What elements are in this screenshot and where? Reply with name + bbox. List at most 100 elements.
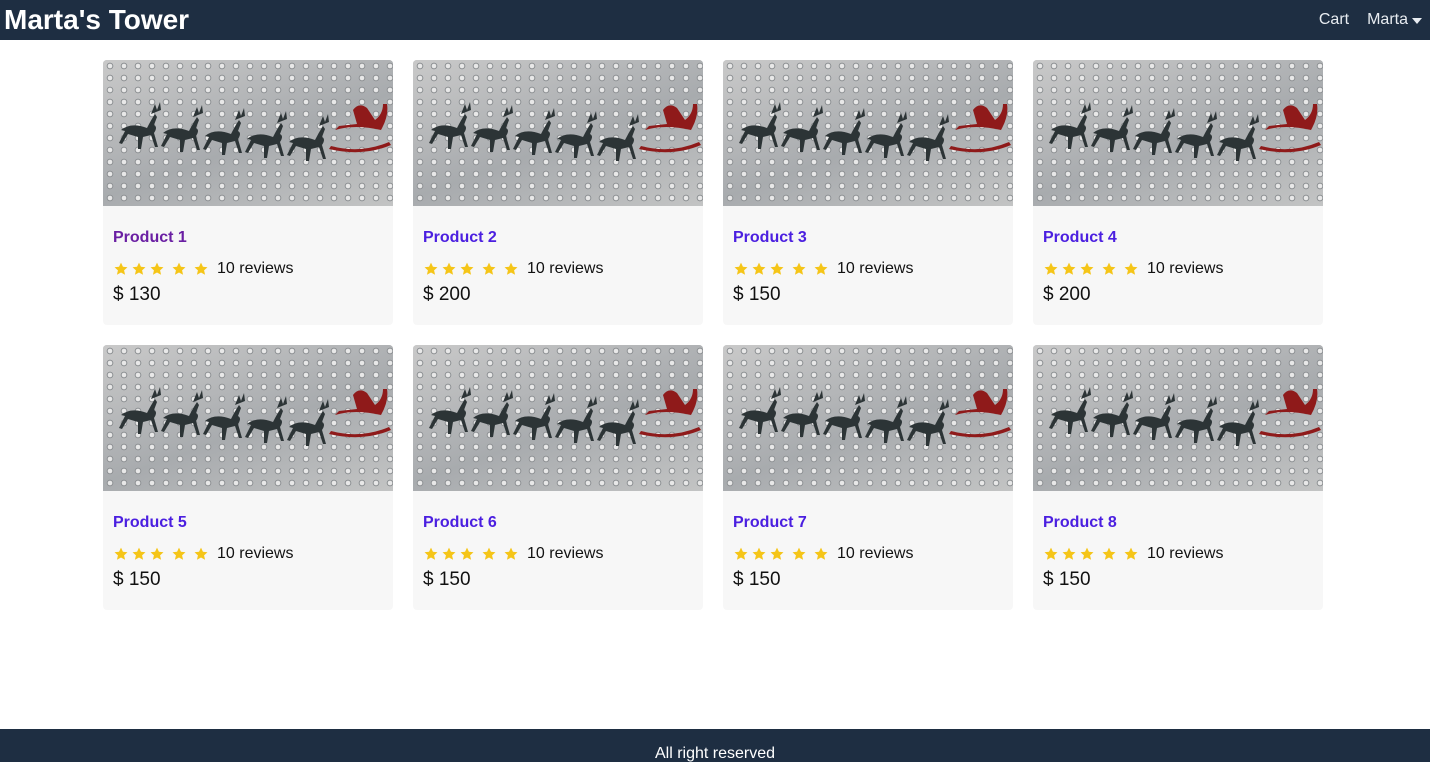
star-icon [792, 547, 806, 560]
sleigh-reindeer-image [739, 387, 1011, 446]
sleigh-reindeer-image [1049, 387, 1321, 446]
product-title-link[interactable]: Product 6 [423, 513, 693, 533]
product-image[interactable] [1033, 345, 1323, 491]
product-card: Product 5 10 reviews $ 150 [103, 345, 393, 610]
product-price: $ 150 [733, 569, 781, 590]
star-icon [172, 262, 186, 275]
star-icon [194, 547, 208, 560]
star-icon [424, 262, 438, 275]
nav-right: Cart Marta [1301, 11, 1422, 29]
star-icon [442, 262, 456, 275]
review-count: 10 reviews [527, 260, 604, 277]
footer-text: All right reserved [654, 745, 776, 762]
star-icon [1080, 547, 1094, 560]
product-grid: Product 1 10 reviews $ 130 Product 2 10 … [103, 60, 1323, 610]
product-price: $ 200 [1043, 284, 1091, 305]
product-title-link[interactable]: Product 1 [113, 228, 383, 248]
star-icon [1124, 547, 1138, 560]
star-icon [150, 262, 164, 275]
rating-stars [733, 261, 831, 277]
product-image[interactable] [723, 345, 1013, 491]
product-image[interactable] [103, 60, 393, 206]
star-icon [194, 262, 208, 275]
sleigh-reindeer-image [1049, 102, 1321, 161]
user-menu-toggle[interactable]: Marta [1367, 11, 1422, 29]
star-icon [132, 262, 146, 275]
review-count: 10 reviews [837, 545, 914, 562]
review-count: 10 reviews [217, 545, 294, 562]
rating-stars [1043, 261, 1141, 277]
product-card: Product 8 10 reviews $ 150 [1033, 345, 1323, 610]
product-rating: 10 reviews [733, 544, 1003, 564]
product-price: $ 150 [1043, 569, 1091, 590]
product-rating: 10 reviews [733, 259, 1003, 279]
rating-stars [423, 261, 521, 277]
product-card: Product 3 10 reviews $ 150 [723, 60, 1013, 325]
product-card-body: Product 1 10 reviews $ 130 [103, 206, 393, 306]
product-card: Product 6 10 reviews $ 150 [413, 345, 703, 610]
star-icon [114, 547, 128, 560]
review-count: 10 reviews [837, 260, 914, 277]
product-card-body: Product 4 10 reviews $ 200 [1033, 206, 1323, 306]
product-card: Product 2 10 reviews $ 200 [413, 60, 703, 325]
star-icon [482, 262, 496, 275]
star-icon [132, 547, 146, 560]
star-icon [1102, 262, 1116, 275]
product-price: $ 200 [423, 284, 471, 305]
page-footer: All right reserved [0, 729, 1430, 762]
product-card-body: Product 3 10 reviews $ 150 [723, 206, 1013, 306]
product-rating: 10 reviews [1043, 259, 1313, 279]
product-price: $ 150 [423, 569, 471, 590]
cart-link[interactable]: Cart [1319, 11, 1349, 29]
sleigh-reindeer-image [739, 102, 1011, 161]
star-icon [1102, 547, 1116, 560]
product-card-body: Product 5 10 reviews $ 150 [103, 491, 393, 591]
product-rating: 10 reviews [113, 259, 383, 279]
product-card: Product 7 10 reviews $ 150 [723, 345, 1013, 610]
product-card: Product 4 10 reviews $ 200 [1033, 60, 1323, 325]
star-icon [504, 262, 518, 275]
product-title-link[interactable]: Product 7 [733, 513, 1003, 533]
star-icon [1062, 547, 1076, 560]
star-icon [504, 547, 518, 560]
rating-stars [113, 546, 211, 562]
product-title-link[interactable]: Product 3 [733, 228, 1003, 248]
review-count: 10 reviews [527, 545, 604, 562]
product-rating: 10 reviews [423, 544, 693, 564]
product-title-link[interactable]: Product 8 [1043, 513, 1313, 533]
product-card-body: Product 7 10 reviews $ 150 [723, 491, 1013, 591]
star-icon [442, 547, 456, 560]
star-icon [1124, 262, 1138, 275]
top-navbar: Marta's Tower Cart Marta [0, 0, 1430, 40]
rating-stars [1043, 546, 1141, 562]
review-count: 10 reviews [217, 260, 294, 277]
star-icon [770, 547, 784, 560]
product-image[interactable] [1033, 60, 1323, 206]
product-image[interactable] [103, 345, 393, 491]
product-title-link[interactable]: Product 5 [113, 513, 383, 533]
brand-logo-link[interactable]: Marta's Tower [4, 4, 189, 36]
product-price: $ 150 [733, 284, 781, 305]
product-image[interactable] [413, 60, 703, 206]
star-icon [1062, 262, 1076, 275]
star-icon [482, 547, 496, 560]
review-count: 10 reviews [1147, 260, 1224, 277]
star-icon [1080, 262, 1094, 275]
star-icon [814, 547, 828, 560]
rating-stars [113, 261, 211, 277]
sleigh-reindeer-image [119, 387, 391, 446]
product-title-link[interactable]: Product 4 [1043, 228, 1313, 248]
star-icon [814, 262, 828, 275]
product-card-body: Product 2 10 reviews $ 200 [413, 206, 703, 306]
sleigh-reindeer-image [429, 102, 701, 161]
product-image[interactable] [413, 345, 703, 491]
product-title-link[interactable]: Product 2 [423, 228, 693, 248]
star-icon [1044, 262, 1058, 275]
product-rating: 10 reviews [423, 259, 693, 279]
review-count: 10 reviews [1147, 545, 1224, 562]
caret-down-icon [1412, 18, 1422, 24]
sleigh-reindeer-image [429, 387, 701, 446]
star-icon [172, 547, 186, 560]
product-image[interactable] [723, 60, 1013, 206]
rating-stars [733, 546, 831, 562]
